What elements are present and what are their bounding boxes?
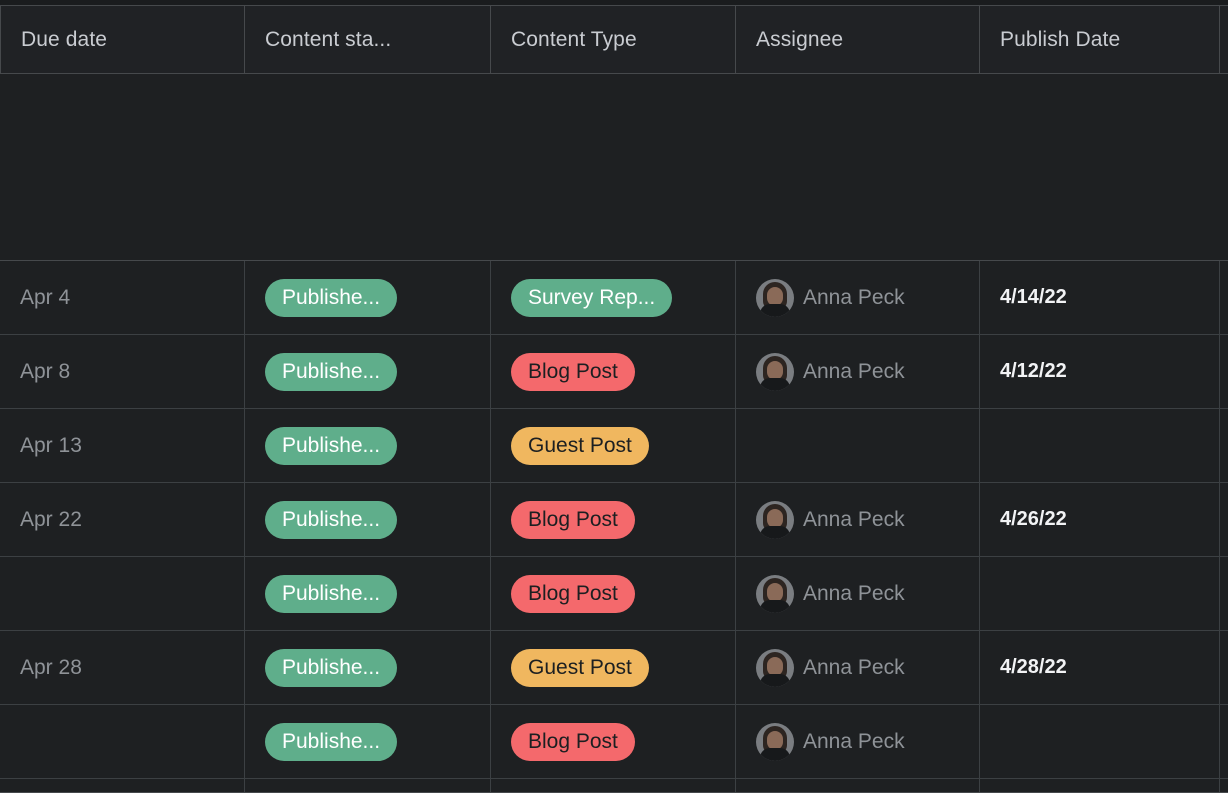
cell-content-status[interactable]: Publishe... bbox=[245, 335, 491, 408]
publish-date-text: 4/14/22 bbox=[1000, 286, 1067, 309]
cell-assignee[interactable]: Anna Peck bbox=[736, 705, 980, 778]
assignee-name: Anna Peck bbox=[803, 286, 905, 310]
table-row[interactable]: Publishe... Blog Post Anna Peck bbox=[0, 705, 1228, 779]
cell-content-status[interactable]: Publishe... bbox=[245, 261, 491, 334]
due-date-text: Apr 28 bbox=[20, 656, 82, 680]
content-type-badge: Blog Post bbox=[511, 575, 635, 613]
assignee: Anna Peck bbox=[756, 723, 905, 761]
assignee: Anna Peck bbox=[756, 575, 905, 613]
cell-content-status[interactable]: Publishe... bbox=[245, 705, 491, 778]
cell-due-date[interactable]: Apr 28 bbox=[0, 631, 245, 704]
cell-due-date[interactable] bbox=[0, 705, 245, 778]
cell-content-status[interactable]: Publishe... bbox=[245, 483, 491, 556]
cell-content-type[interactable]: Blog Post bbox=[491, 705, 736, 778]
assignee-name: Anna Peck bbox=[803, 730, 905, 754]
status-badge: Publishe... bbox=[265, 723, 397, 761]
cell-content-status[interactable] bbox=[245, 779, 491, 792]
status-badge: Publishe... bbox=[265, 649, 397, 687]
content-type-badge: Guest Post bbox=[511, 427, 649, 465]
content-type-badge: Survey Rep... bbox=[511, 279, 672, 317]
column-header-assignee[interactable]: Assignee bbox=[736, 6, 980, 73]
cell-publish-date[interactable]: 4/26/22 bbox=[980, 483, 1220, 556]
avatar-photo-icon bbox=[756, 649, 794, 687]
assignee-name: Anna Peck bbox=[803, 656, 905, 680]
status-badge: Publishe... bbox=[265, 575, 397, 613]
cell-content-type[interactable]: Survey Rep... bbox=[491, 261, 736, 334]
publish-date-text: 4/12/22 bbox=[1000, 360, 1067, 383]
cell-due-date[interactable]: Apr 22 bbox=[0, 483, 245, 556]
due-date-text: Apr 8 bbox=[20, 360, 70, 384]
cell-publish-date[interactable] bbox=[980, 779, 1220, 792]
due-date-text: Apr 13 bbox=[20, 434, 82, 458]
publish-date-text: 4/26/22 bbox=[1000, 508, 1067, 531]
table-header-row: Due date Content sta... Content Type Ass… bbox=[0, 5, 1228, 74]
content-type-badge: Blog Post bbox=[511, 353, 635, 391]
cell-publish-date[interactable]: 4/14/22 bbox=[980, 261, 1220, 334]
table-row[interactable]: Apr 8 Publishe... Blog Post Anna Peck bbox=[0, 335, 1228, 409]
cell-due-date[interactable]: Apr 13 bbox=[0, 409, 245, 482]
cell-publish-date[interactable] bbox=[980, 557, 1220, 630]
assignee-name: Anna Peck bbox=[803, 582, 905, 606]
table-body: Apr 4 Publishe... Survey Rep... Anna Pec… bbox=[0, 261, 1228, 793]
cell-assignee[interactable]: Anna Peck bbox=[736, 483, 980, 556]
column-header-publish-date[interactable]: Publish Date bbox=[980, 6, 1220, 73]
cell-content-type[interactable]: Guest Post bbox=[491, 409, 736, 482]
empty-spacer-band bbox=[0, 74, 1228, 261]
cell-content-type[interactable]: Blog Post bbox=[491, 483, 736, 556]
cell-assignee[interactable]: Anna Peck bbox=[736, 335, 980, 408]
cell-publish-date[interactable]: 4/28/22 bbox=[980, 631, 1220, 704]
cell-content-type[interactable]: Guest Post bbox=[491, 631, 736, 704]
due-date-text: Apr 4 bbox=[20, 286, 70, 310]
status-badge: Publishe... bbox=[265, 353, 397, 391]
avatar-photo-icon bbox=[756, 353, 794, 391]
content-calendar-table-view: Due date Content sta... Content Type Ass… bbox=[0, 0, 1228, 794]
table-row[interactable]: Apr 28 Publishe... Guest Post Anna Peck bbox=[0, 631, 1228, 705]
publish-date-text: 4/28/22 bbox=[1000, 656, 1067, 679]
due-date-text: Apr 22 bbox=[20, 508, 82, 532]
assignee-name: Anna Peck bbox=[803, 508, 905, 532]
cell-content-status[interactable]: Publishe... bbox=[245, 557, 491, 630]
table-row[interactable]: Publishe... Blog Post Anna Peck bbox=[0, 557, 1228, 631]
table-row[interactable]: Apr 22 Publishe... Blog Post Anna Peck bbox=[0, 483, 1228, 557]
cell-due-date[interactable] bbox=[0, 557, 245, 630]
status-badge: Publishe... bbox=[265, 501, 397, 539]
cell-publish-date[interactable] bbox=[980, 705, 1220, 778]
cell-due-date[interactable] bbox=[0, 779, 245, 792]
data-grid: Due date Content sta... Content Type Ass… bbox=[0, 5, 1228, 782]
cell-assignee[interactable]: Anna Peck bbox=[736, 631, 980, 704]
status-badge: Publishe... bbox=[265, 279, 397, 317]
cell-assignee[interactable]: Anna Peck bbox=[736, 557, 980, 630]
avatar-photo-icon bbox=[756, 279, 794, 317]
cell-assignee[interactable]: Anna Peck bbox=[736, 261, 980, 334]
cell-publish-date[interactable] bbox=[980, 409, 1220, 482]
assignee: Anna Peck bbox=[756, 649, 905, 687]
cell-content-type[interactable] bbox=[491, 779, 736, 792]
cell-assignee[interactable] bbox=[736, 409, 980, 482]
table-row[interactable]: Apr 13 Publishe... Guest Post bbox=[0, 409, 1228, 483]
status-badge: Publishe... bbox=[265, 427, 397, 465]
column-header-due-date[interactable]: Due date bbox=[0, 6, 245, 73]
assignee: Anna Peck bbox=[756, 501, 905, 539]
table-row[interactable]: Apr 4 Publishe... Survey Rep... Anna Pec… bbox=[0, 261, 1228, 335]
cell-content-status[interactable]: Publishe... bbox=[245, 631, 491, 704]
cell-publish-date[interactable]: 4/12/22 bbox=[980, 335, 1220, 408]
column-header-content-status[interactable]: Content sta... bbox=[245, 6, 491, 73]
content-type-badge: Blog Post bbox=[511, 723, 635, 761]
avatar-photo-icon bbox=[756, 575, 794, 613]
content-type-badge: Blog Post bbox=[511, 501, 635, 539]
assignee: Anna Peck bbox=[756, 353, 905, 391]
cell-content-type[interactable]: Blog Post bbox=[491, 335, 736, 408]
cell-assignee[interactable] bbox=[736, 779, 980, 792]
column-header-content-type[interactable]: Content Type bbox=[491, 6, 736, 73]
avatar-photo-icon bbox=[756, 723, 794, 761]
table-row[interactable] bbox=[0, 779, 1228, 793]
content-type-badge: Guest Post bbox=[511, 649, 649, 687]
cell-content-type[interactable]: Blog Post bbox=[491, 557, 736, 630]
assignee-name: Anna Peck bbox=[803, 360, 905, 384]
cell-due-date[interactable]: Apr 8 bbox=[0, 335, 245, 408]
cell-due-date[interactable]: Apr 4 bbox=[0, 261, 245, 334]
cell-content-status[interactable]: Publishe... bbox=[245, 409, 491, 482]
avatar-photo-icon bbox=[756, 501, 794, 539]
assignee: Anna Peck bbox=[756, 279, 905, 317]
